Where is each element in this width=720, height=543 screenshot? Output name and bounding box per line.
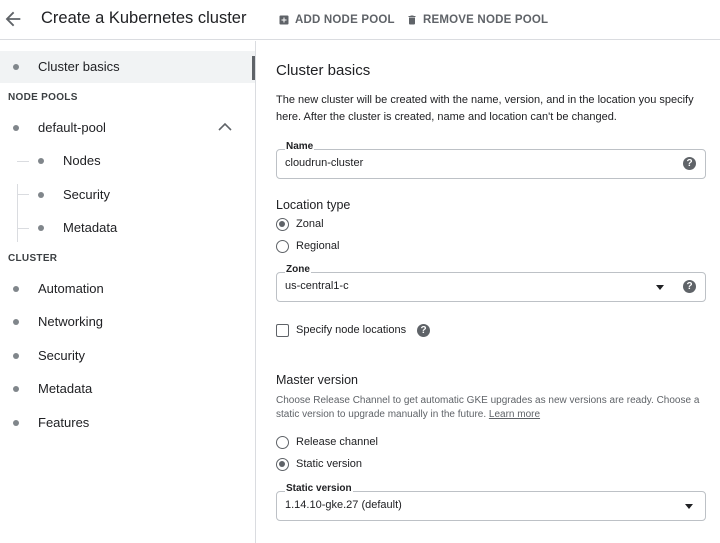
sidebar-item-automation[interactable]: Automation xyxy=(0,273,255,305)
add-box-icon xyxy=(279,15,289,25)
remove-node-pool-label: REMOVE NODE POOL xyxy=(423,14,549,26)
sidebar-item-cluster-basics[interactable]: Cluster basics xyxy=(0,51,255,83)
sidebar-item-cluster-security[interactable]: Security xyxy=(0,340,255,372)
sidebar-item-label: Cluster basics xyxy=(38,59,120,74)
bullet-icon xyxy=(13,420,19,426)
radio-release-channel-label: Release channel xyxy=(296,436,378,448)
zone-field-value: us-central1-c xyxy=(285,280,349,292)
add-node-pool-button[interactable]: ADD NODE POOL xyxy=(278,12,395,28)
cluster-heading: CLUSTER xyxy=(8,253,58,264)
chevron-up-icon[interactable] xyxy=(218,122,232,132)
sidebar-item-pool-metadata[interactable]: Metadata xyxy=(0,212,255,244)
name-field-value: cloudrun-cluster xyxy=(285,157,364,169)
sidebar-item-default-pool[interactable]: default-pool xyxy=(0,112,255,144)
sidebar-item-label: Metadata xyxy=(38,381,93,396)
sidebar-item-label: Automation xyxy=(38,281,104,296)
checkbox-icon xyxy=(276,323,289,337)
help-icon[interactable]: ? xyxy=(417,323,431,337)
top-bar: Create a Kubernetes cluster ADD NODE POO… xyxy=(0,0,720,40)
radio-unchecked-icon xyxy=(276,239,289,253)
name-field-label: Name xyxy=(285,141,315,152)
radio-static-version-label: Static version xyxy=(296,458,363,470)
static-version-select[interactable]: Static version 1.14.10-gke.27 (default) xyxy=(276,483,706,521)
page-title: Create a Kubernetes cluster xyxy=(41,9,247,27)
help-icon[interactable]: ? xyxy=(683,157,696,170)
section-description: The new cluster will be created with the… xyxy=(276,94,694,123)
master-version-heading: Master version xyxy=(276,373,358,387)
bullet-icon xyxy=(13,64,19,70)
remove-node-pool-button[interactable]: REMOVE NODE POOL xyxy=(406,12,548,28)
radio-checked-icon xyxy=(276,457,289,471)
radio-regional-label: Regional xyxy=(296,240,340,252)
location-type-heading: Location type xyxy=(276,198,351,212)
master-version-description: Choose Release Channel to get automatic … xyxy=(276,394,706,421)
radio-release-channel[interactable]: Release channel xyxy=(276,434,378,450)
radio-regional[interactable]: Regional xyxy=(276,238,339,254)
zone-field-label: Zone xyxy=(285,264,311,275)
bullet-icon xyxy=(38,225,44,231)
static-version-field-value: 1.14.10-gke.27 (default) xyxy=(285,499,402,511)
sidebar-item-label: default-pool xyxy=(38,120,106,135)
sidebar-item-label: Security xyxy=(38,348,85,363)
bullet-icon xyxy=(13,125,19,131)
sidebar-item-pool-security[interactable]: Security xyxy=(0,179,255,211)
bullet-icon xyxy=(38,192,44,198)
bullet-icon xyxy=(13,386,19,392)
specify-node-locations-checkbox[interactable]: Specify node locations ? xyxy=(276,322,431,338)
name-field[interactable]: Name cloudrun-cluster ? xyxy=(276,141,706,179)
caret-down-icon xyxy=(685,504,693,509)
radio-zonal[interactable]: Zonal xyxy=(276,216,324,232)
sidebar-item-label: Metadata xyxy=(63,220,118,235)
add-node-pool-label: ADD NODE POOL xyxy=(295,14,395,26)
sidebar-item-label: Security xyxy=(63,187,110,202)
radio-unchecked-icon xyxy=(276,435,289,449)
sidebar-item-networking[interactable]: Networking xyxy=(0,306,255,338)
trash-icon xyxy=(408,15,416,25)
help-icon[interactable]: ? xyxy=(683,280,696,293)
section-title: Cluster basics xyxy=(276,62,371,79)
back-arrow-icon[interactable] xyxy=(2,8,24,30)
radio-static-version[interactable]: Static version xyxy=(276,456,362,472)
sidebar-item-label: Features xyxy=(38,415,90,430)
sidebar-item-features[interactable]: Features xyxy=(0,407,255,439)
sidebar-item-label: Nodes xyxy=(63,153,101,168)
sidebar-item-label: Networking xyxy=(38,314,104,329)
bullet-icon xyxy=(38,158,44,164)
master-version-description-text: Choose Release Channel to get automatic … xyxy=(276,395,700,420)
sidebar-item-cluster-metadata[interactable]: Metadata xyxy=(0,373,255,405)
zone-select[interactable]: Zone us-central1-c ? xyxy=(276,264,706,302)
caret-down-icon xyxy=(656,285,664,290)
radio-checked-icon xyxy=(276,217,289,231)
bullet-icon xyxy=(13,353,19,359)
node-pools-heading: NODE POOLS xyxy=(8,92,78,103)
bullet-icon xyxy=(13,286,19,292)
specify-node-locations-label: Specify node locations xyxy=(296,324,407,336)
learn-more-link[interactable]: Learn more xyxy=(489,409,540,420)
sidebar-nav: Cluster basics NODE POOLS default-pool N… xyxy=(0,41,256,543)
radio-zonal-label: Zonal xyxy=(296,218,324,230)
static-version-field-label: Static version xyxy=(285,483,353,494)
sidebar-item-nodes[interactable]: Nodes xyxy=(0,145,255,177)
bullet-icon xyxy=(13,319,19,325)
